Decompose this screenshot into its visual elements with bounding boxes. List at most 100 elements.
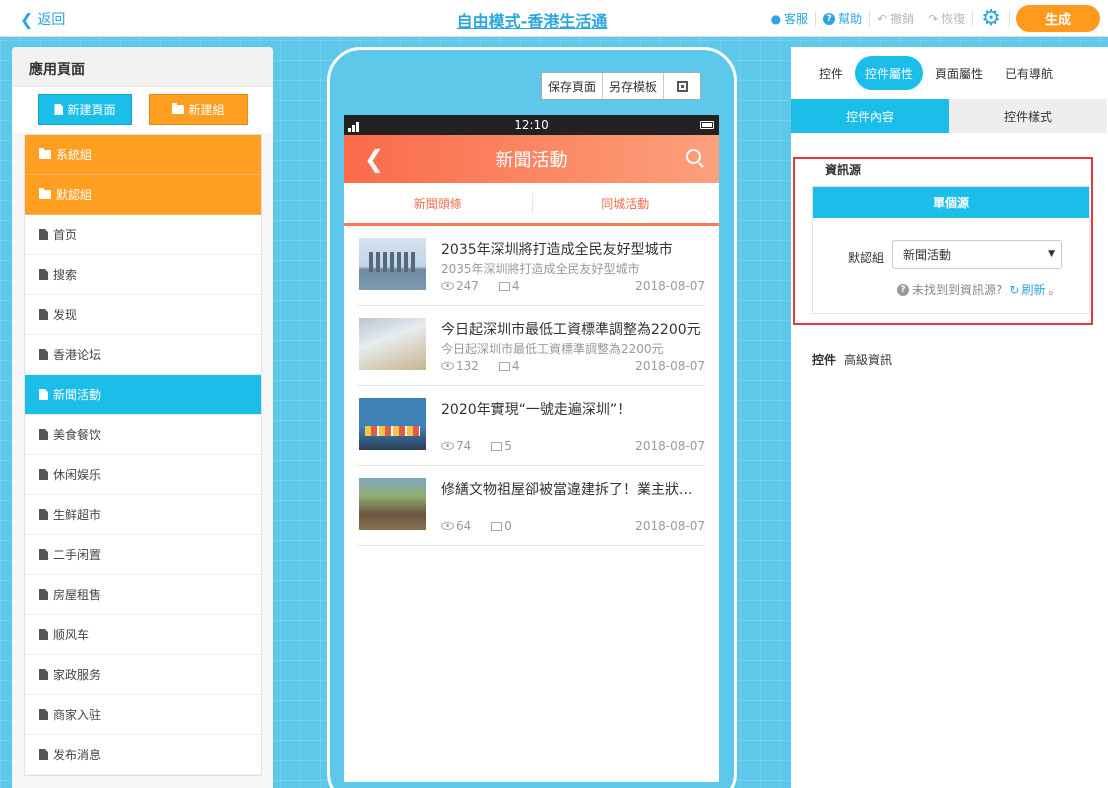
page-label: 二手闲置: [53, 548, 102, 562]
divider: [1009, 10, 1010, 27]
page-item[interactable]: 顺风车: [25, 615, 261, 655]
comment-icon: [491, 521, 503, 531]
tab-control-content[interactable]: 控件內容: [791, 99, 949, 133]
pages-panel-actions: 新建頁面 新建組: [12, 87, 273, 133]
group-item-system[interactable]: 系統組: [25, 135, 261, 175]
undo-button[interactable]: ↶ 撤銷: [870, 10, 921, 27]
page-label: 休闲娱乐: [53, 468, 102, 482]
page-label: 商家入驻: [53, 708, 102, 722]
view-count: 247: [456, 279, 479, 293]
page-item[interactable]: 发布消息: [25, 735, 261, 775]
refresh-icon: ↻: [1009, 282, 1020, 297]
page-item[interactable]: 美食餐饮: [25, 415, 261, 455]
redo-button[interactable]: ↷ 恢復: [921, 10, 972, 27]
signal-icon: [348, 122, 359, 132]
tab-control-style[interactable]: 控件樣式: [949, 99, 1107, 133]
new-group-button[interactable]: 新建組: [149, 94, 248, 125]
page-item[interactable]: 生鲜超市: [25, 495, 261, 535]
undo-icon: ↶: [877, 11, 888, 26]
help-label: 幫助: [838, 12, 863, 26]
group-label: 系統組: [56, 148, 93, 162]
page-label: 首页: [53, 228, 78, 242]
document-icon: [39, 709, 48, 720]
comment-count: 5: [504, 439, 512, 453]
new-page-button[interactable]: 新建頁面: [38, 94, 132, 125]
tab-controls[interactable]: 控件: [809, 56, 853, 90]
single-source-tab[interactable]: 單個源: [813, 187, 1089, 218]
page-item[interactable]: 首页: [25, 215, 261, 255]
phone-toolbar: 保存頁面 另存模板: [541, 72, 702, 100]
control-row: 控件 高級資訊: [812, 351, 892, 368]
page-item-active[interactable]: 新聞活動: [25, 375, 261, 415]
page-item[interactable]: 商家入驻: [25, 695, 261, 735]
status-bar: 12:10: [344, 115, 719, 135]
news-summary: 2035年深圳將打造成全民友好型城市: [441, 262, 640, 276]
tab-headlines[interactable]: 新聞頭條: [344, 183, 532, 223]
caret-down-icon: ▼: [1048, 249, 1055, 259]
news-list: 2035年深圳將打造成全民友好型城市 2035年深圳將打造成全民友好型城市 24…: [344, 226, 719, 546]
news-meta: 64 0: [441, 519, 512, 533]
source-card: 單個源 默認組 新聞活動 ▼ ? 未找到到資訊源? ↻ 刷新 。: [812, 186, 1090, 314]
view-count: 74: [456, 439, 472, 453]
page-item[interactable]: 家政服务: [25, 655, 261, 695]
hint-text: 未找到到資訊源?: [912, 283, 1003, 297]
news-item[interactable]: 2035年深圳將打造成全民友好型城市 2035年深圳將打造成全民友好型城市 24…: [358, 226, 705, 306]
news-item[interactable]: 修繕文物祖屋卻被當違建拆了！業主狀... 64 0 2018-08-07: [358, 466, 705, 546]
new-page-label: 新建頁面: [67, 103, 116, 117]
service-label: 客服: [784, 12, 809, 26]
comment-count: 4: [511, 359, 520, 373]
page-item[interactable]: 发现: [25, 295, 261, 335]
generate-button[interactable]: 生成: [1016, 5, 1100, 32]
tab-page-properties[interactable]: 頁面屬性: [925, 56, 993, 90]
battery-icon: [700, 121, 714, 129]
refresh-link[interactable]: ↻ 刷新: [1009, 281, 1045, 298]
page-item[interactable]: 搜索: [25, 255, 261, 295]
page-item[interactable]: 二手闲置: [25, 535, 261, 575]
save-template-button[interactable]: 另存模板: [603, 73, 665, 99]
qr-code-button[interactable]: [664, 73, 700, 99]
page-label: 生鲜超市: [53, 508, 102, 522]
news-title: 2035年深圳將打造成全民友好型城市: [441, 242, 673, 258]
redo-icon: ↷: [928, 11, 939, 26]
news-item[interactable]: 今日起深圳市最低工資標準調整為2200元 今日起深圳市最低工資標準調整為2200…: [358, 306, 705, 386]
page-label: 顺风车: [53, 628, 90, 642]
eye-icon: [441, 282, 454, 290]
new-group-label: 新建組: [188, 103, 225, 117]
chevron-left-icon[interactable]: ❮: [364, 147, 384, 171]
help-button[interactable]: ? 幫助: [816, 10, 869, 27]
top-nav: ● 客服 ? 幫助 ↶ 撤銷 ↷ 恢復 ⚙ 生成: [764, 5, 1100, 32]
group-label: 默認組: [56, 188, 93, 202]
default-group-select[interactable]: 新聞活動 ▼: [892, 240, 1062, 269]
redo-label: 恢復: [941, 12, 966, 26]
page-item[interactable]: 房屋租售: [25, 575, 261, 615]
news-thumbnail: [359, 398, 426, 450]
page-item[interactable]: 香港论坛: [25, 335, 261, 375]
pages-panel: 應用頁面 新建頁面 新建組 系統組 默認組 首页 搜索 发现 香港论坛 新聞活動…: [12, 47, 273, 788]
eye-icon: [441, 442, 454, 450]
properties-panel: 控件 控件屬性 頁面屬性 已有導航 控件內容 控件樣式 資訊源 單個源 默認組 …: [791, 47, 1108, 788]
folder-open-icon: [39, 188, 51, 199]
tab-local-events[interactable]: 同城活動: [531, 183, 720, 223]
tab-existing-nav[interactable]: 已有導航: [995, 56, 1063, 90]
gear-icon[interactable]: ⚙: [973, 7, 1009, 30]
tab-control-properties[interactable]: 控件屬性: [855, 56, 924, 90]
page-label: 香港论坛: [53, 348, 102, 362]
news-meta: 74 5: [441, 439, 512, 453]
document-icon: [39, 229, 48, 240]
news-thumbnail: [359, 478, 426, 530]
phone-screen: 12:10 ❮ 新聞活動 新聞頭條 同城活動 2035年深圳將打造成全民友好型城…: [344, 115, 719, 782]
page-label: 发现: [53, 308, 78, 322]
undo-label: 撤銷: [890, 12, 915, 26]
page-item[interactable]: 休闲娱乐: [25, 455, 261, 495]
user-icon: ●: [770, 11, 782, 26]
news-item[interactable]: 2020年實現“一號走遍深圳”！ 74 5 2018-08-07: [358, 386, 705, 466]
service-button[interactable]: ● 客服: [764, 10, 816, 27]
news-thumbnail: [359, 318, 426, 370]
view-count: 64: [456, 519, 472, 533]
save-page-button[interactable]: 保存頁面: [542, 73, 604, 99]
document-icon: [39, 429, 48, 440]
search-icon[interactable]: [686, 149, 701, 164]
page-list: 系統組 默認組 首页 搜索 发现 香港论坛 新聞活動 美食餐饮 休闲娱乐 生鲜超…: [24, 134, 262, 776]
group-item-default[interactable]: 默認組: [25, 175, 261, 215]
news-date: 2018-08-07: [635, 519, 705, 533]
